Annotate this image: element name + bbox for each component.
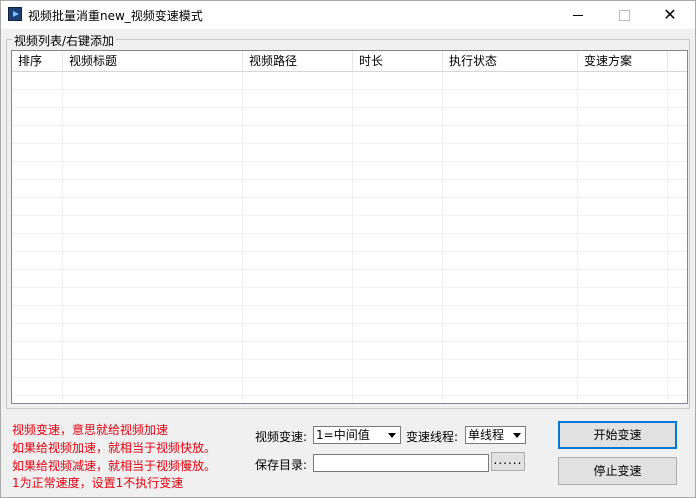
chevron-down-icon[interactable] <box>384 428 399 442</box>
save-dir-label: 保存目录: <box>255 458 308 472</box>
column-divider <box>242 72 243 403</box>
thread-select[interactable]: 单线程 <box>465 426 526 444</box>
save-dir-input[interactable] <box>313 454 489 472</box>
column-divider <box>352 72 353 403</box>
hint-line-1: 视频变速，意思就给视频加速 <box>12 423 169 437</box>
column-header-title[interactable]: 视频标题 <box>63 51 243 71</box>
thread-label: 变速线程: <box>406 430 459 444</box>
hint-line-2: 如果给视频加速，就相当于视频快放。 <box>12 441 217 455</box>
column-divider <box>577 72 578 403</box>
column-header-duration[interactable]: 时长 <box>353 51 443 71</box>
hint-line-4: 1为正常速度，设置1不执行变速 <box>12 476 184 490</box>
browse-button[interactable]: ...... <box>491 452 525 471</box>
column-header-status[interactable]: 执行状态 <box>443 51 578 71</box>
column-header-order[interactable]: 排序 <box>12 51 63 71</box>
column-divider <box>667 72 668 403</box>
speed-select[interactable]: 1=中间值 <box>313 426 401 444</box>
main-window: 视频批量消重new_视频变速模式 ✕ 视频列表/右键添加 排序 视频标题 视频路… <box>0 0 696 498</box>
video-list-header: 排序 视频标题 视频路径 时长 执行状态 变速方案 <box>12 51 687 72</box>
close-button[interactable]: ✕ <box>647 1 693 29</box>
minimize-button[interactable] <box>555 1 601 29</box>
video-list-group-title: 视频列表/右键添加 <box>12 32 117 49</box>
maximize-button[interactable] <box>601 1 647 29</box>
maximize-icon <box>618 9 630 21</box>
column-divider <box>442 72 443 403</box>
stop-speed-button[interactable]: 停止变速 <box>558 457 677 485</box>
speed-label: 视频变速: <box>255 430 308 444</box>
video-app-icon <box>8 7 22 21</box>
speed-select-value: 1=中间值 <box>316 428 370 442</box>
video-list-body[interactable] <box>12 72 687 403</box>
thread-select-value: 单线程 <box>468 428 505 442</box>
close-icon: ✕ <box>663 5 677 24</box>
window-title: 视频批量消重new_视频变速模式 <box>28 9 203 23</box>
start-speed-button[interactable]: 开始变速 <box>558 421 677 449</box>
column-header-path[interactable]: 视频路径 <box>243 51 353 71</box>
column-header-speed-plan[interactable]: 变速方案 <box>578 51 668 71</box>
minimize-icon <box>573 14 583 16</box>
chevron-down-icon[interactable] <box>509 428 524 442</box>
title-bar[interactable]: 视频批量消重new_视频变速模式 ✕ <box>1 1 695 29</box>
column-divider <box>62 72 63 403</box>
hint-line-3: 如果给视频减速，就相当于视频慢放。 <box>12 459 217 473</box>
video-list[interactable]: 排序 视频标题 视频路径 时长 执行状态 变速方案 <box>11 50 688 404</box>
